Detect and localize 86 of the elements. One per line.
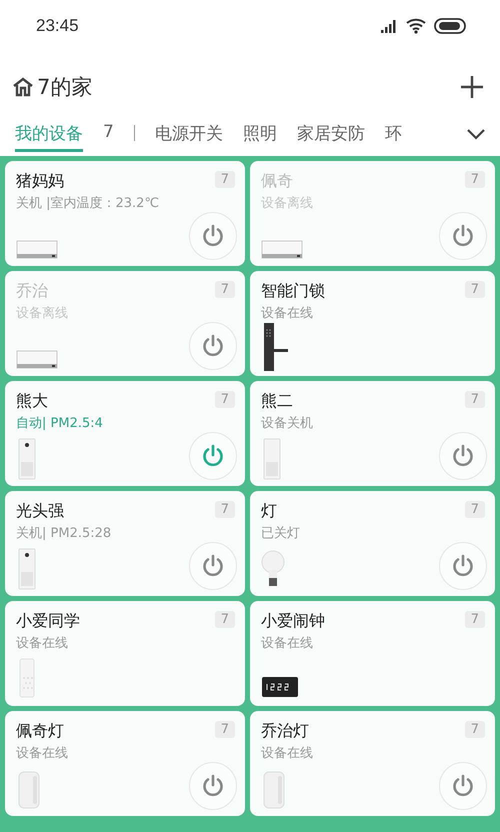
room-badge: 7 [214,281,235,298]
room-badge: 7 [464,281,485,298]
device-name: 佩奇灯 [16,721,65,742]
device-card[interactable]: 猪妈妈 关机 |室内温度：23.2℃ 7 [5,161,245,266]
room-badge: 7 [214,721,235,738]
add-icon[interactable] [460,75,484,99]
device-name: 熊大 [16,391,49,412]
power-icon [201,444,225,468]
power-button[interactable] [439,432,487,480]
device-card[interactable]: 光头强 关机| PM2.5:28 7 [5,491,245,596]
device-status: 关机 |室内温度：23.2℃ [16,195,160,212]
ac-unit-icon [16,350,58,370]
device-card[interactable]: 灯 已关灯 7 [250,491,495,596]
power-button[interactable] [439,542,487,590]
device-status: 设备在线 [261,745,313,762]
device-name: 熊二 [261,391,294,412]
power-icon [451,224,475,248]
status-time: 23:45 [36,16,79,36]
device-name: 猪妈妈 [16,171,65,192]
device-name: 小爱同学 [16,611,80,632]
room-badge: 7 [464,611,485,628]
tab[interactable]: 家居安防 [296,122,365,152]
power-icon [201,554,225,578]
tab[interactable]: 7 [103,122,114,149]
device-card[interactable]: 智能门锁 设备在线 7 [250,271,495,376]
device-card[interactable]: 熊二 设备关机 7 [250,381,495,486]
air-purifier-icon [16,438,38,480]
room-badge: 7 [464,391,485,408]
power-button[interactable] [189,432,237,480]
device-name: 乔治 [16,281,49,302]
power-icon [201,334,225,358]
door-lock-icon [261,322,291,372]
device-status: 设备关机 [261,415,313,432]
power-button[interactable] [189,542,237,590]
power-icon [451,444,475,468]
power-button[interactable] [439,212,487,260]
night-lamp-icon [261,770,287,810]
ac-unit-icon [16,240,58,260]
home-icon [12,76,34,98]
device-status: 设备在线 [16,635,69,652]
ac-unit-icon [261,240,303,260]
device-card[interactable]: 熊大 自动| PM2.5:4 7 [5,381,245,486]
tab[interactable]: 电源开关 [154,122,223,152]
air-purifier-icon [261,438,283,480]
power-icon [451,774,475,798]
device-name: 智能门锁 [261,281,325,302]
night-lamp-icon [16,770,42,810]
device-card[interactable]: 小爱闹钟 设备在线 7 [250,601,495,706]
room-badge: 7 [214,391,235,408]
room-badge: 7 [214,171,235,188]
device-status: 设备离线 [261,195,313,212]
power-icon [451,554,475,578]
device-card[interactable]: 乔治灯 设备在线 7 [250,711,495,816]
device-status: 关机| PM2.5:28 [16,525,112,542]
room-badge: 7 [464,721,485,738]
air-purifier-icon [16,548,38,590]
device-status: 已关灯 [261,525,300,542]
room-badge: 7 [464,501,485,518]
power-button[interactable] [189,322,237,370]
device-card[interactable]: 小爱同学 设备在线 7 [5,601,245,706]
home-title[interactable]: 7的家 [37,73,92,101]
wifi-icon [406,18,428,34]
device-name: 小爱闹钟 [261,611,325,632]
battery-icon [434,18,466,34]
room-badge: 7 [214,501,235,518]
chevron-down-icon[interactable] [466,128,486,140]
power-icon [201,224,225,248]
device-status: 自动| PM2.5:4 [16,415,103,432]
device-name: 灯 [261,501,278,522]
device-card[interactable]: 佩奇灯 设备在线 7 [5,711,245,816]
device-status: 设备在线 [261,635,314,652]
room-badge: 7 [214,611,235,628]
device-name: 光头强 [16,501,65,522]
device-status: 设备在线 [16,745,68,762]
power-button[interactable] [189,762,237,810]
alarm-clock-icon [261,676,299,698]
tab[interactable]: 环 [384,122,402,152]
device-status: 设备在线 [261,305,314,322]
device-name: 佩奇 [261,171,294,192]
power-button[interactable] [439,762,487,810]
device-name: 乔治灯 [261,721,310,742]
room-badge: 7 [464,171,485,188]
power-icon [201,774,225,798]
device-status: 设备离线 [16,305,68,322]
power-button[interactable] [189,212,237,260]
tab[interactable]: 照明 [242,122,277,152]
